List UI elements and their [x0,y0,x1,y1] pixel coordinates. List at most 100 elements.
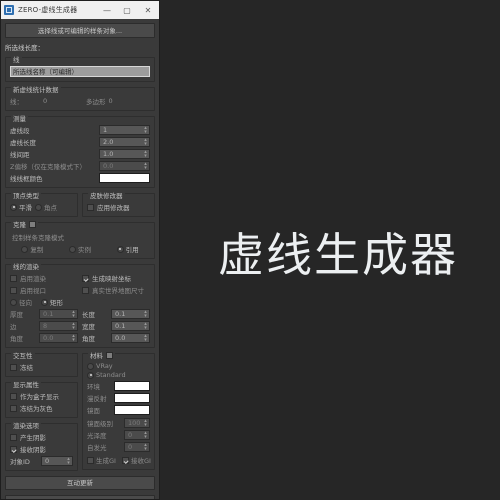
sides-label: 边 [10,323,17,331]
skin-modifier-group: 皮肤修改器 应用修改器 [82,190,155,217]
shape-option-rect[interactable]: 矩形 [41,297,63,307]
interactive-update-button[interactable]: 互动更新 [5,476,155,490]
spinner-arrows-icon[interactable]: ▴ ▾ [71,334,76,343]
line-group-title: 线 [11,54,22,64]
engine-option-vray-label: VRay [96,362,113,370]
material-group-header[interactable]: 材料 [88,350,115,360]
rect-angle-spinner[interactable]: 0.0 ▴ ▾ [111,333,150,343]
ambient-color-swatch[interactable] [114,381,150,391]
material-enable-checkbox[interactable] [106,351,113,359]
spinner-arrows-icon[interactable]: ▴ ▾ [143,150,148,159]
cast-shadows-checkbox[interactable] [10,433,17,441]
real-world-map-size-checkbox[interactable] [82,286,89,294]
generate-gi-option[interactable]: 生成GI [87,455,116,465]
wire-color-swatch[interactable] [99,173,150,183]
dash-segments-value: 1 [103,125,108,134]
freeze-gray-label: 冻结为灰色 [20,405,53,413]
radio-icon[interactable] [68,245,76,253]
spinner-arrows-icon[interactable]: ▴ ▾ [71,310,76,319]
line-render-title: 线的渲染 [11,261,41,271]
object-id-spinner[interactable]: 0 ▴ ▾ [41,456,73,466]
maximize-button[interactable]: ▢ [117,1,137,19]
spinner-arrows-icon[interactable]: ▴ ▾ [143,162,148,171]
sides-spinner[interactable]: 8 ▴ ▾ [39,321,78,331]
sides-value: 8 [43,321,48,330]
generate-gi-checkbox[interactable] [87,456,94,464]
thickness-spinner[interactable]: 0.1 ▴ ▾ [39,309,78,319]
spinner-arrows-icon[interactable]: ▴ ▾ [143,322,148,331]
spinner-arrows-icon[interactable]: ▴ ▾ [143,419,148,428]
radial-angle-label: 角度 [10,335,23,343]
vertex-option-corner[interactable]: 角点 [35,202,57,212]
material-group: 材料 VRay Standard 环境 漫反射 镜面 镜面级别 100 ▴ ▾ … [82,350,155,470]
enable-render-checkbox[interactable] [10,274,17,282]
glossiness-spinner[interactable]: 0 ▴ ▾ [124,430,150,440]
apply-modifier-checkbox[interactable] [87,203,94,211]
cast-shadows-label: 产生阴影 [20,434,46,442]
clone-option-reference[interactable]: 引用 [116,244,139,254]
radio-icon[interactable] [35,203,42,211]
specular-color-swatch[interactable] [114,405,150,415]
generate-mapping-coords-checkbox[interactable] [82,274,89,282]
shape-option-radial[interactable]: 径向 [10,297,32,307]
minimize-button[interactable]: — [97,1,117,19]
dash-segments-spinner[interactable]: 1 ▴ ▾ [99,125,150,135]
self-illumination-spinner[interactable]: 0 ▴ ▾ [124,442,150,452]
clone-group-header[interactable]: 克隆 [11,219,38,229]
spinner-arrows-icon[interactable]: ▴ ▾ [143,334,148,343]
enable-viewport-checkbox[interactable] [10,286,17,294]
radio-icon[interactable] [87,371,94,379]
vertex-option-smooth[interactable]: 平滑 [10,202,32,212]
shape-option-rect-label: 矩形 [50,299,63,307]
diffuse-color-swatch[interactable] [114,393,150,403]
spinner-arrows-icon[interactable]: ▴ ▾ [71,322,76,331]
engine-option-standard[interactable]: Standard [87,371,126,379]
self-illumination-value: 0 [128,442,133,451]
spinner-arrows-icon[interactable]: ▴ ▾ [143,138,148,147]
lines-value: 0 [43,97,48,105]
spinner-arrows-icon[interactable]: ▴ ▾ [143,431,148,440]
screen: 虚线生成器 ZERO-虚线生成器 — ▢ ✕ 选择线或可编辑的样条对象... 所… [0,0,500,500]
receive-gi-checkbox[interactable] [121,456,129,464]
vertex-option-smooth-label: 平滑 [19,204,32,212]
dash-length-spinner[interactable]: 2.0 ▴ ▾ [99,137,150,147]
radio-icon[interactable] [41,298,48,306]
freeze-checkbox[interactable] [10,363,17,371]
generate-gi-label: 生成GI [96,457,116,465]
rect-length-spinner[interactable]: 0.1 ▴ ▾ [111,309,150,319]
freeze-gray-checkbox[interactable] [10,404,17,412]
close-button[interactable]: ✕ [137,1,159,19]
radio-icon[interactable] [10,203,17,211]
clone-enable-checkbox[interactable] [29,220,36,228]
engine-option-vray[interactable]: VRay [87,362,113,370]
selected-length-label: 所选线长度： [5,44,44,52]
spinner-arrows-icon[interactable]: ▴ ▾ [143,310,148,319]
z-offset-spinner[interactable]: 0.0 ▴ ▾ [99,161,150,171]
radial-angle-spinner[interactable]: 0.0 ▴ ▾ [39,333,78,343]
polys-value: 0 [108,97,113,105]
receive-shadows-checkbox[interactable] [10,445,17,453]
line-name-input[interactable]: 所选线名称（可编辑） [10,66,150,77]
specular-level-value: 100 [128,418,141,427]
polys-label: 多边形 [86,98,106,106]
clone-option-instance[interactable]: 实例 [68,244,91,254]
spinner-arrows-icon[interactable]: ▴ ▾ [143,443,148,452]
spinner-arrows-icon[interactable]: ▴ ▾ [66,457,71,466]
radio-icon[interactable] [21,245,29,253]
display-as-box-checkbox[interactable] [10,392,17,400]
watermark-title: 虚线生成器 [218,228,458,282]
specular-level-spinner[interactable]: 100 ▴ ▾ [124,418,150,428]
pick-object-button[interactable]: 选择线或可编辑的样条对象... [5,23,155,38]
receive-gi-option[interactable]: 接收GI [121,455,151,465]
z-offset-value: 0.0 [103,161,114,170]
vertex-skin-row: 顶点类型 平滑 角点 皮肤修改器 应用修改器 [5,188,155,217]
rect-width-spinner[interactable]: 0.1 ▴ ▾ [111,321,150,331]
radio-icon[interactable] [116,245,124,253]
radio-icon[interactable] [10,298,17,306]
clone-option-copy[interactable]: 复制 [21,244,43,254]
spinner-arrows-icon[interactable]: ▴ ▾ [143,126,148,135]
create-dashed-line-button[interactable]: 创建虚线 [5,495,155,499]
line-gap-spinner[interactable]: 1.0 ▴ ▾ [99,149,150,159]
skin-modifier-title: 皮肤修改器 [88,190,125,200]
radio-icon[interactable] [87,362,94,370]
